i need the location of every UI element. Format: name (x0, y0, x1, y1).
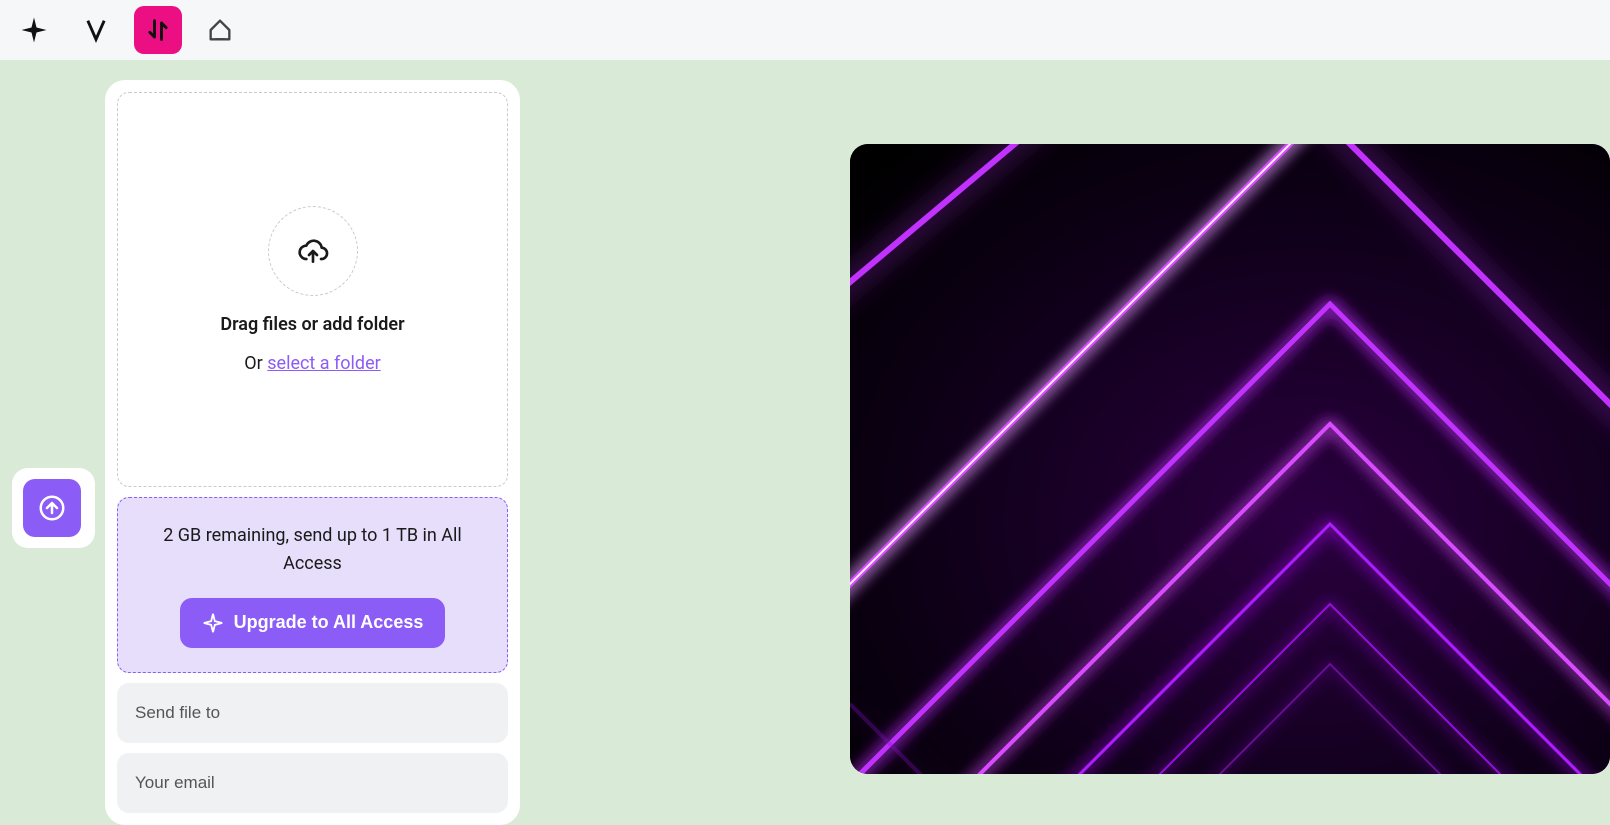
topbar-transfer-icon[interactable] (134, 6, 182, 54)
cloud-upload-icon (297, 235, 329, 267)
dropzone-icon-circle (268, 206, 358, 296)
main-area: Drag files or add folder Or select a fol… (0, 60, 1610, 817)
preview-image (850, 144, 1610, 774)
v-icon (82, 16, 110, 44)
upgrade-button[interactable]: Upgrade to All Access (180, 598, 446, 648)
dropzone-or-text: Or (244, 353, 267, 374)
dropzone-title: Drag files or add folder (220, 314, 404, 335)
upload-panel: Drag files or add folder Or select a fol… (105, 80, 520, 825)
dropzone-subtitle: Or select a folder (244, 353, 380, 374)
topbar (0, 0, 1610, 60)
your-email-input[interactable] (117, 753, 508, 813)
dropzone[interactable]: Drag files or add folder Or select a fol… (117, 92, 508, 487)
upload-circle-icon (37, 493, 67, 523)
select-folder-link[interactable]: select a folder (267, 353, 380, 374)
home-icon (206, 16, 234, 44)
topbar-sparkle-icon[interactable] (10, 6, 58, 54)
upload-panel-wrapper: Drag files or add folder Or select a fol… (105, 80, 520, 825)
send-to-input[interactable] (117, 683, 508, 743)
topbar-home-icon[interactable] (196, 6, 244, 54)
side-tab-upload-button[interactable] (23, 479, 81, 537)
sparkle-outline-icon (202, 612, 224, 634)
topbar-v-icon[interactable] (72, 6, 120, 54)
transfer-icon (144, 16, 172, 44)
neon-graphic (850, 144, 1610, 774)
upgrade-button-label: Upgrade to All Access (234, 612, 424, 633)
side-tab (12, 468, 95, 548)
upgrade-box: 2 GB remaining, send up to 1 TB in All A… (117, 497, 508, 673)
upgrade-text: 2 GB remaining, send up to 1 TB in All A… (138, 522, 487, 578)
sparkle-icon (19, 15, 49, 45)
